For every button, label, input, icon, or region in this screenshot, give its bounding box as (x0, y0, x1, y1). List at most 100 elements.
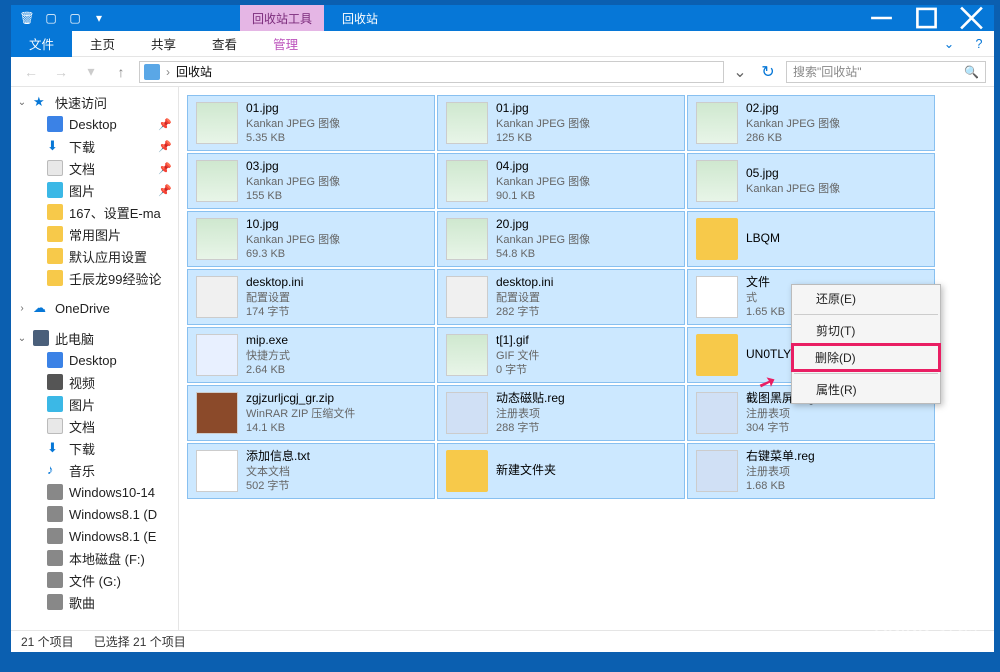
sidebar-item[interactable]: 视频 (11, 371, 178, 393)
file-item[interactable]: mip.exe 快捷方式 2.64 KB (187, 327, 435, 383)
navigation-pane[interactable]: ⌄ ★ 快速访问 Desktop📌⬇下载📌文档📌图片📌167、设置E-ma常用图… (11, 87, 179, 630)
file-thumbnail (446, 450, 488, 492)
file-size: 155 KB (246, 189, 340, 203)
desktop-icon (47, 116, 63, 132)
file-item[interactable]: 01.jpg Kankan JPEG 图像 5.35 KB (187, 95, 435, 151)
sidebar-item[interactable]: Windows10-14 (11, 481, 178, 503)
file-item[interactable]: LBQM (687, 211, 935, 267)
file-item[interactable]: 右键菜单.reg 注册表项 1.68 KB (687, 443, 935, 499)
sidebar-item[interactable]: 图片 (11, 393, 178, 415)
nav-forward-button[interactable]: → (49, 60, 73, 84)
sidebar-onedrive[interactable]: › ☁ OneDrive (11, 297, 178, 319)
file-thumbnail (196, 276, 238, 318)
file-thumbnail (696, 160, 738, 202)
expand-icon[interactable]: ⌄ (17, 97, 27, 108)
file-item[interactable]: 20.jpg Kankan JPEG 图像 54.8 KB (437, 211, 685, 267)
sidebar-item[interactable]: 文件 (G:) (11, 569, 178, 591)
file-size: 282 字节 (496, 305, 553, 319)
sidebar-item[interactable]: 文档 (11, 415, 178, 437)
file-type: Kankan JPEG 图像 (246, 233, 340, 247)
file-name: 动态磁贴.reg (496, 391, 565, 407)
file-size: 125 KB (496, 131, 590, 145)
file-item[interactable]: 03.jpg Kankan JPEG 图像 155 KB (187, 153, 435, 209)
sidebar-item[interactable]: ⬇下载📌 (11, 135, 178, 157)
file-thumbnail (696, 334, 738, 376)
file-name: 文件 (746, 275, 785, 291)
menu-cut[interactable]: 剪切(T) (792, 317, 940, 344)
sidebar-item[interactable]: Windows8.1 (D (11, 503, 178, 525)
file-size: 54.8 KB (496, 247, 590, 261)
file-name: 02.jpg (746, 101, 840, 117)
sidebar-item[interactable]: 本地磁盘 (F:) (11, 547, 178, 569)
sidebar-item[interactable]: 默认应用设置 (11, 245, 178, 267)
qat-item[interactable]: ▢ (43, 10, 59, 26)
titlebar[interactable]: 🗑 ▢ ▢ ▾ 回收站工具 回收站 (11, 5, 994, 31)
watermark: Baidu 经验 jingyan.baidu.com (874, 608, 980, 652)
sidebar-item[interactable]: 壬辰龙99经验论 (11, 267, 178, 289)
ribbon-tab-share[interactable]: 共享 (133, 31, 194, 57)
sidebar-item[interactable]: 文档📌 (11, 157, 178, 179)
help-icon[interactable]: ? (964, 37, 994, 51)
file-type: 注册表项 (496, 407, 565, 421)
sidebar-item[interactable]: Desktop (11, 349, 178, 371)
file-item[interactable]: 添加信息.txt 文本文档 502 字节 (187, 443, 435, 499)
ribbon-expand-icon[interactable]: ⌄ (934, 36, 964, 51)
file-list[interactable]: 01.jpg Kankan JPEG 图像 5.35 KB 01.jpg Kan… (179, 87, 994, 630)
file-item[interactable]: 新建文件夹 (437, 443, 685, 499)
qat-item[interactable]: ▢ (67, 10, 83, 26)
file-item[interactable]: 02.jpg Kankan JPEG 图像 286 KB (687, 95, 935, 151)
file-thumbnail (696, 450, 738, 492)
sidebar-item[interactable]: Desktop📌 (11, 113, 178, 135)
maximize-button[interactable] (904, 5, 949, 31)
close-button[interactable] (949, 5, 994, 31)
search-box[interactable]: 搜索"回收站" 🔍 (786, 61, 986, 83)
star-icon: ★ (33, 94, 49, 110)
sidebar-this-pc[interactable]: ⌄ 此电脑 (11, 327, 178, 349)
ribbon-tab-home[interactable]: 主页 (72, 31, 133, 57)
menu-properties[interactable]: 属性(R) (792, 376, 940, 403)
sidebar-item[interactable]: ⬇下载 (11, 437, 178, 459)
qat-dropdown[interactable]: ▾ (91, 10, 107, 26)
expand-icon[interactable]: ⌄ (17, 333, 27, 344)
file-size: 286 KB (746, 131, 840, 145)
sidebar-item[interactable]: 常用图片 (11, 223, 178, 245)
file-item[interactable]: desktop.ini 配置设置 282 字节 (437, 269, 685, 325)
file-name: desktop.ini (246, 275, 303, 291)
minimize-button[interactable] (859, 5, 904, 31)
sidebar-item[interactable]: 167、设置E-ma (11, 201, 178, 223)
sidebar-item[interactable]: 图片📌 (11, 179, 178, 201)
menu-restore[interactable]: 还原(E) (792, 285, 940, 312)
nav-back-button[interactable]: ← (19, 60, 43, 84)
expand-icon[interactable]: › (17, 303, 27, 314)
file-item[interactable]: t[1].gif GIF 文件 0 字节 (437, 327, 685, 383)
sidebar-quick-access[interactable]: ⌄ ★ 快速访问 (11, 91, 178, 113)
file-item[interactable]: 动态磁贴.reg 注册表项 288 字节 (437, 385, 685, 441)
sidebar-item[interactable]: 歌曲 (11, 591, 178, 613)
address-dropdown-icon[interactable]: ⌄ (730, 62, 750, 82)
menu-delete[interactable]: 删除(D) (791, 343, 941, 372)
nav-history-dropdown[interactable]: ▾ (79, 60, 103, 84)
file-item[interactable]: 05.jpg Kankan JPEG 图像 (687, 153, 935, 209)
file-item[interactable]: 10.jpg Kankan JPEG 图像 69.3 KB (187, 211, 435, 267)
file-name: desktop.ini (496, 275, 553, 291)
file-type: Kankan JPEG 图像 (746, 182, 840, 196)
nav-up-button[interactable]: ↑ (109, 60, 133, 84)
window-title: 回收站 (342, 10, 378, 27)
ribbon-tab-manage[interactable]: 管理 (255, 31, 316, 57)
file-thumbnail (196, 392, 238, 434)
file-thumbnail (196, 218, 238, 260)
path-segment[interactable]: 回收站 (176, 63, 212, 80)
file-item[interactable]: 04.jpg Kankan JPEG 图像 90.1 KB (437, 153, 685, 209)
address-path[interactable]: › 回收站 (139, 61, 724, 83)
sidebar-item[interactable]: Windows8.1 (E (11, 525, 178, 547)
file-item[interactable]: 01.jpg Kankan JPEG 图像 125 KB (437, 95, 685, 151)
sidebar-item[interactable]: ♪音乐 (11, 459, 178, 481)
refresh-button[interactable]: ↻ (756, 62, 780, 82)
file-item[interactable]: desktop.ini 配置设置 174 字节 (187, 269, 435, 325)
pin-icon: 📌 (158, 140, 172, 153)
file-item[interactable]: zgjzurljcgj_gr.zip WinRAR ZIP 压缩文件 14.1 … (187, 385, 435, 441)
file-tab[interactable]: 文件 (11, 31, 72, 57)
file-name: 新建文件夹 (496, 463, 556, 479)
ribbon-tab-view[interactable]: 查看 (194, 31, 255, 57)
disk-icon (47, 550, 63, 566)
